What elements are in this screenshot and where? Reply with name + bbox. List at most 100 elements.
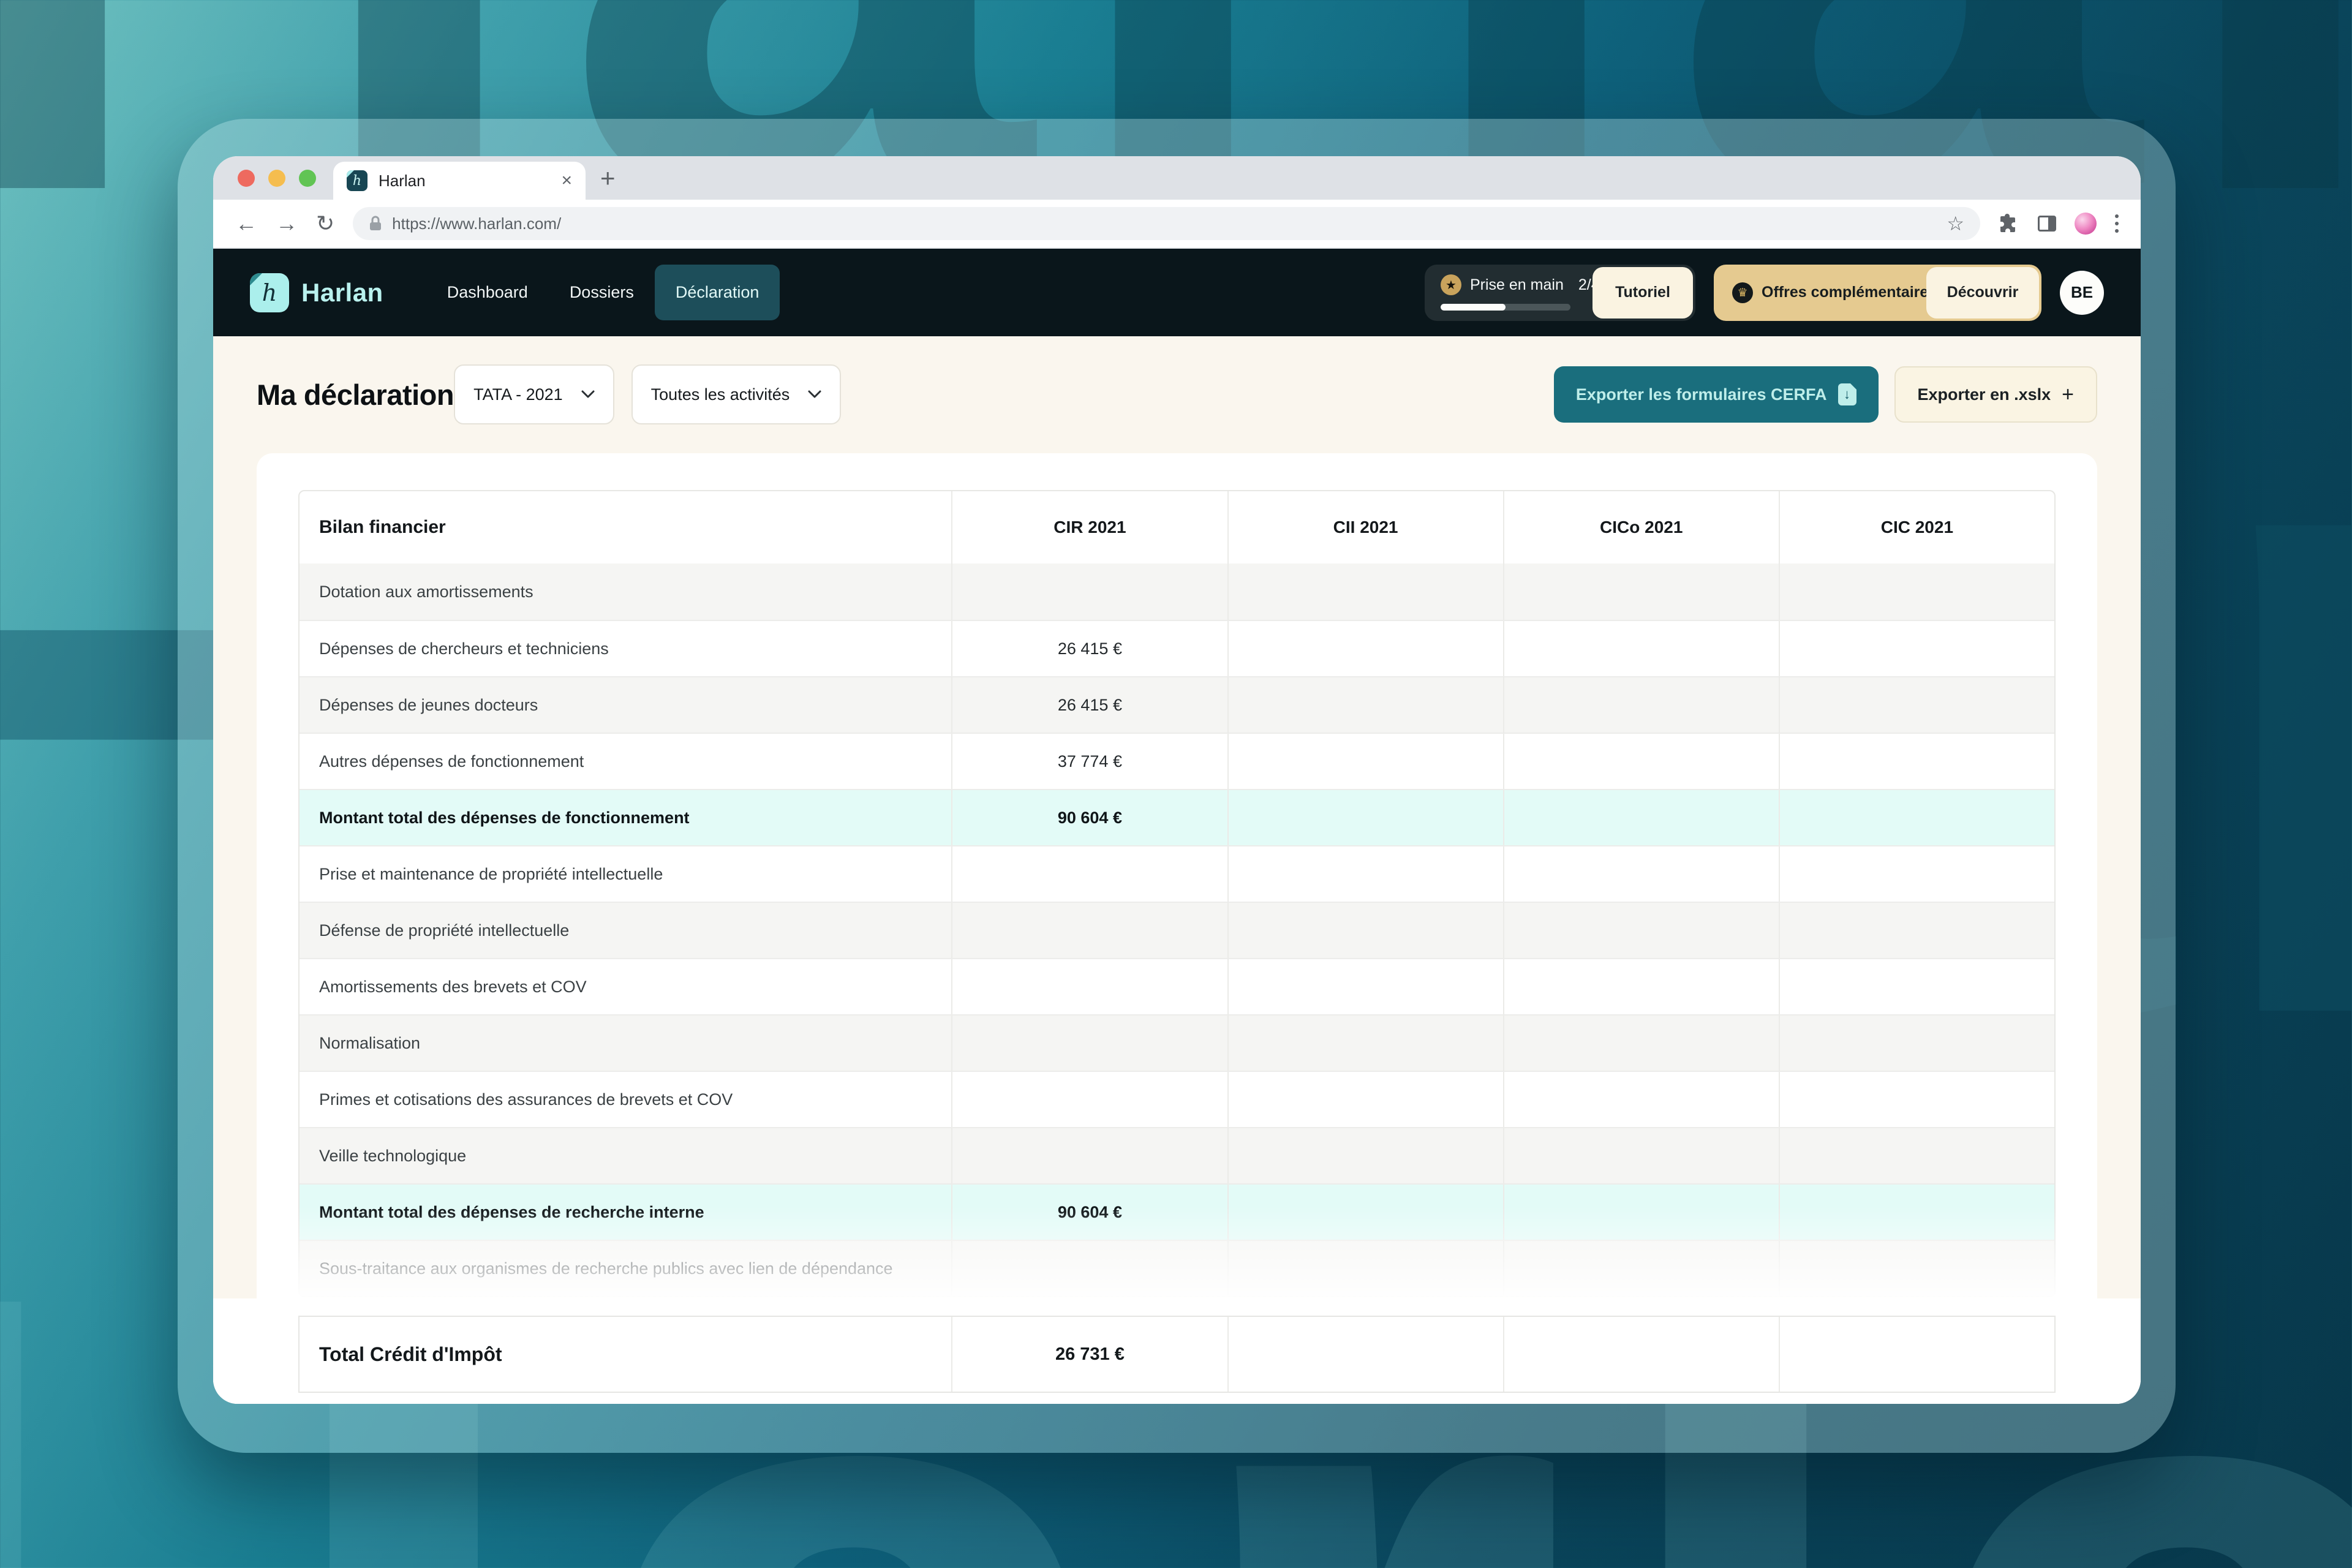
browser-profile-avatar[interactable] xyxy=(2075,213,2097,235)
back-icon[interactable]: ← xyxy=(235,213,257,235)
new-tab-button[interactable]: + xyxy=(600,164,616,193)
table-column-header: CIR 2021 xyxy=(951,491,1227,564)
table-column-header: CII 2021 xyxy=(1227,491,1503,564)
row-label: Autres dépenses de fonctionnement xyxy=(319,752,584,771)
tab-close-icon[interactable]: × xyxy=(561,170,572,191)
bookmark-star-icon[interactable]: ☆ xyxy=(1947,212,1964,235)
close-window-button[interactable] xyxy=(238,169,255,187)
row-value-cell xyxy=(1778,1185,2054,1240)
row-label: Montant total des dépenses de fonctionne… xyxy=(319,808,690,827)
table-scroll-area[interactable]: Bilan financier CIR 2021 CII 2021 CICo 202… xyxy=(257,453,2097,1298)
row-value-cell xyxy=(1227,621,1503,676)
browser-menu-icon[interactable] xyxy=(2115,214,2119,233)
row-value-cell xyxy=(951,1241,1227,1296)
dossier-select-value: TATA - 2021 xyxy=(473,385,563,404)
row-value-cell xyxy=(1502,1185,1779,1240)
table-row: Sous-traitance aux organismes de recherc… xyxy=(300,1240,2054,1296)
row-value-cell xyxy=(1227,677,1503,733)
row-value-cell xyxy=(1502,1072,1779,1127)
brand-name: Harlan xyxy=(301,277,383,307)
nav-link-déclaration[interactable]: Déclaration xyxy=(654,265,780,320)
row-value-cell xyxy=(1227,1185,1503,1240)
page-content: Ma déclaration TATA - 2021 Toutes les ac… xyxy=(213,336,2141,1404)
row-label: Normalisation xyxy=(319,1033,421,1052)
row-label: Amortissements des brevets et COV xyxy=(319,977,587,996)
export-cerfa-button[interactable]: Exporter les formulaires CERFA ↓ xyxy=(1553,366,1879,423)
row-value-cell: 26 415 € xyxy=(951,621,1227,676)
discover-button[interactable]: Découvrir xyxy=(1926,266,2039,318)
row-value-cell xyxy=(1778,846,2054,902)
table-row: Dotation aux amortissements xyxy=(300,564,2054,620)
nav-link-dashboard[interactable]: Dashboard xyxy=(426,265,549,320)
browser-tab[interactable]: h Harlan × xyxy=(333,162,586,200)
row-value-cell xyxy=(951,564,1227,620)
row-value-cell: 90 604 € xyxy=(951,790,1227,845)
window-controls xyxy=(238,169,316,187)
row-label: Primes et cotisations des assurances de … xyxy=(319,1090,733,1109)
row-value-cell xyxy=(951,1128,1227,1183)
row-label: Montant total des dépenses de recherche … xyxy=(319,1202,704,1221)
row-value-cell xyxy=(1227,1128,1503,1183)
page-header-row: Ma déclaration TATA - 2021 Toutes les ac… xyxy=(257,364,2097,424)
page-actions: Exporter les formulaires CERFA ↓ Exporte… xyxy=(1553,366,2097,423)
row-value-cell xyxy=(1227,1241,1503,1296)
row-label: Prise et maintenance de propriété intell… xyxy=(319,864,663,883)
maximize-window-button[interactable] xyxy=(299,169,316,187)
tutorial-button[interactable]: Tutoriel xyxy=(1593,266,1693,318)
table-row: Autres dépenses de fonctionnement 37 774… xyxy=(300,733,2054,789)
harlan-brand[interactable]: h Harlan xyxy=(250,273,383,312)
total-row: Total Crédit d'Impôt 26 731 € xyxy=(298,1316,2056,1393)
export-xlsx-button[interactable]: Exporter en .xslx + xyxy=(1894,366,2097,423)
forward-icon[interactable]: → xyxy=(276,213,298,235)
user-avatar[interactable]: BE xyxy=(2060,270,2104,315)
row-label: Sous-traitance aux organismes de recherc… xyxy=(319,1259,893,1278)
row-label: Défense de propriété intellectuelle xyxy=(319,921,570,940)
table-row: Dépenses de chercheurs et techniciens 26… xyxy=(300,620,2054,676)
address-bar[interactable]: https://www.harlan.com/ ☆ xyxy=(353,207,1980,240)
offers-label: Offres complémentaires xyxy=(1762,284,1937,301)
onboarding-progress-bar xyxy=(1441,304,1570,311)
table-row: Primes et cotisations des assurances de … xyxy=(300,1071,2054,1127)
nav-link-dossiers[interactable]: Dossiers xyxy=(549,265,655,320)
row-value-cell xyxy=(1502,1241,1779,1296)
side-panel-icon[interactable] xyxy=(2038,216,2056,232)
row-value-cell xyxy=(1502,1128,1779,1183)
activity-select[interactable]: Toutes les activités xyxy=(631,364,842,424)
chevron-down-icon xyxy=(808,390,821,399)
total-footer-band: Total Crédit d'Impôt 26 731 € xyxy=(213,1298,2141,1404)
browser-window: h Harlan × + ← → ↻ https://www.harlan.co… xyxy=(213,156,2141,1404)
table-header-row: Bilan financier CIR 2021 CII 2021 CICo 202… xyxy=(300,491,2054,564)
total-value-cell xyxy=(1227,1317,1503,1392)
harlan-favicon-icon: h xyxy=(347,170,368,191)
row-value-cell xyxy=(1502,846,1779,902)
row-value-cell xyxy=(951,959,1227,1014)
row-label: Dépenses de jeunes docteurs xyxy=(319,695,538,714)
row-value-cell xyxy=(951,903,1227,958)
row-value-cell xyxy=(1502,734,1779,789)
browser-tab-strip: h Harlan × + xyxy=(213,156,2141,200)
row-value-cell xyxy=(951,1072,1227,1127)
table-row: Montant total des dépenses de fonctionne… xyxy=(300,789,2054,845)
lock-icon xyxy=(369,216,382,232)
reload-icon[interactable]: ↻ xyxy=(316,213,334,235)
row-value-cell xyxy=(1227,959,1503,1014)
row-value-cell xyxy=(1502,1016,1779,1071)
table-row: Normalisation xyxy=(300,1014,2054,1071)
main-nav: Dashboard Dossiers Déclaration xyxy=(426,265,780,320)
row-value-cell xyxy=(1227,790,1503,845)
table-row: Amortissements des brevets et COV xyxy=(300,958,2054,1014)
table-column-header: CICo 2021 xyxy=(1502,491,1779,564)
table-row: Montant total des dépenses de recherche … xyxy=(300,1183,2054,1240)
row-value-cell xyxy=(1778,1241,2054,1296)
extensions-puzzle-icon[interactable] xyxy=(1999,212,2019,236)
minimize-window-button[interactable] xyxy=(268,169,285,187)
download-document-icon: ↓ xyxy=(1838,383,1856,405)
table-column-header: CIC 2021 xyxy=(1778,491,2054,564)
browser-toolbar: ← → ↻ https://www.harlan.com/ ☆ xyxy=(213,200,2141,249)
dossier-select[interactable]: TATA - 2021 xyxy=(454,364,614,424)
total-value-cell xyxy=(1778,1317,2054,1392)
plus-icon: + xyxy=(2062,382,2074,406)
row-value-cell xyxy=(1778,1072,2054,1127)
url-text: https://www.harlan.com/ xyxy=(392,214,562,233)
row-value-cell xyxy=(1502,564,1779,620)
